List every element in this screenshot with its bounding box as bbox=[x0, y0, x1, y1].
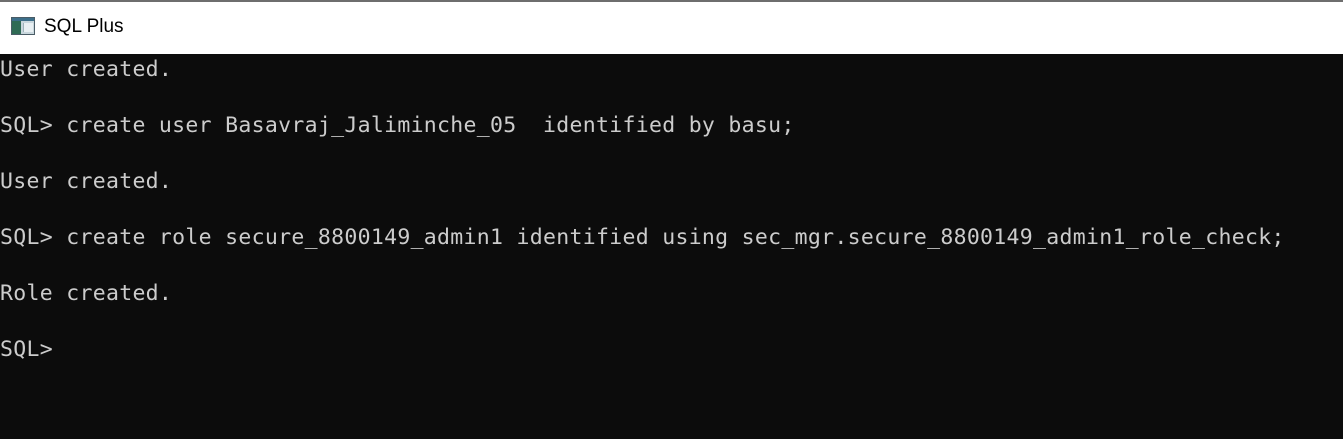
sqlplus-app-icon[interactable] bbox=[11, 17, 37, 37]
title-bar[interactable]: SQL Plus bbox=[0, 2, 1343, 54]
console-line: SQL> create role secure_8800149_admin1 i… bbox=[0, 225, 1285, 250]
console-line: User created. bbox=[0, 57, 173, 82]
console-line: Role created. bbox=[0, 281, 173, 306]
console-output[interactable]: User created. SQL> create user Basavraj_… bbox=[0, 54, 1343, 439]
console-line: User created. bbox=[0, 169, 173, 194]
sqlplus-window: SQL Plus User created. SQL> create user … bbox=[0, 0, 1343, 439]
window-title: SQL Plus bbox=[44, 15, 124, 37]
console-line: SQL> create user Basavraj_Jaliminche_05 … bbox=[0, 113, 795, 138]
sql-prompt[interactable]: SQL> bbox=[0, 336, 53, 364]
